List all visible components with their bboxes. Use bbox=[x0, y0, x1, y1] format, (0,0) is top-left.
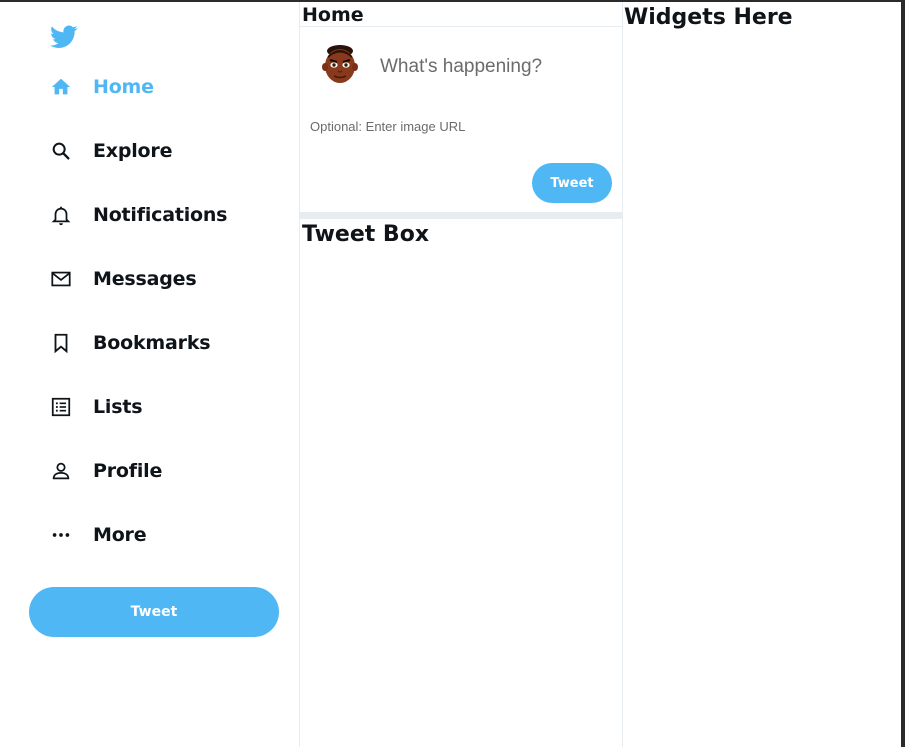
sidebar-item-lists[interactable]: Lists bbox=[50, 392, 143, 422]
list-icon bbox=[50, 396, 72, 418]
search-icon bbox=[50, 140, 72, 162]
feed-header: Home bbox=[302, 4, 364, 26]
sidebar-item-label: Notifications bbox=[93, 204, 228, 226]
home-icon bbox=[50, 76, 72, 98]
sidebar: Home Explore Notifications Messages Book… bbox=[0, 2, 299, 747]
sidebar-item-label: Lists bbox=[93, 396, 143, 418]
sidebar-item-bookmarks[interactable]: Bookmarks bbox=[50, 328, 211, 358]
sidebar-item-home[interactable]: Home bbox=[50, 72, 154, 102]
sidebar-item-label: Profile bbox=[93, 460, 163, 482]
sidebar-item-label: More bbox=[93, 524, 147, 546]
tweet-box: Tweet bbox=[300, 26, 622, 214]
widgets-title: Widgets Here bbox=[624, 5, 793, 30]
sidebar-item-label: Home bbox=[93, 76, 154, 98]
feed-placeholder-title: Tweet Box bbox=[302, 222, 430, 247]
widgets: Widgets Here bbox=[623, 2, 901, 747]
sidebar-item-notifications[interactable]: Notifications bbox=[50, 200, 227, 230]
image-url-input[interactable] bbox=[310, 116, 590, 136]
sidebar-item-label: Messages bbox=[93, 268, 197, 290]
sidebar-tweet-button[interactable]: Tweet bbox=[29, 587, 279, 637]
more-icon bbox=[50, 524, 72, 546]
sidebar-item-label: Bookmarks bbox=[93, 332, 211, 354]
sidebar-item-label: Explore bbox=[93, 140, 173, 162]
feed-divider bbox=[300, 212, 622, 219]
tweet-text-input[interactable] bbox=[380, 53, 610, 81]
sidebar-item-messages[interactable]: Messages bbox=[50, 264, 197, 294]
sidebar-item-more[interactable]: More bbox=[50, 520, 147, 550]
twitter-bird-icon[interactable] bbox=[50, 25, 78, 49]
sidebar-item-profile[interactable]: Profile bbox=[50, 456, 162, 486]
avatar[interactable] bbox=[319, 44, 361, 88]
bookmark-icon bbox=[50, 332, 72, 354]
feed: Home Tweet Tweet Box bbox=[299, 2, 623, 747]
bell-icon bbox=[50, 204, 72, 226]
person-icon bbox=[50, 460, 72, 482]
sidebar-item-explore[interactable]: Explore bbox=[50, 136, 172, 166]
tweetbox-tweet-button[interactable]: Tweet bbox=[532, 163, 612, 203]
mail-icon bbox=[50, 268, 72, 290]
